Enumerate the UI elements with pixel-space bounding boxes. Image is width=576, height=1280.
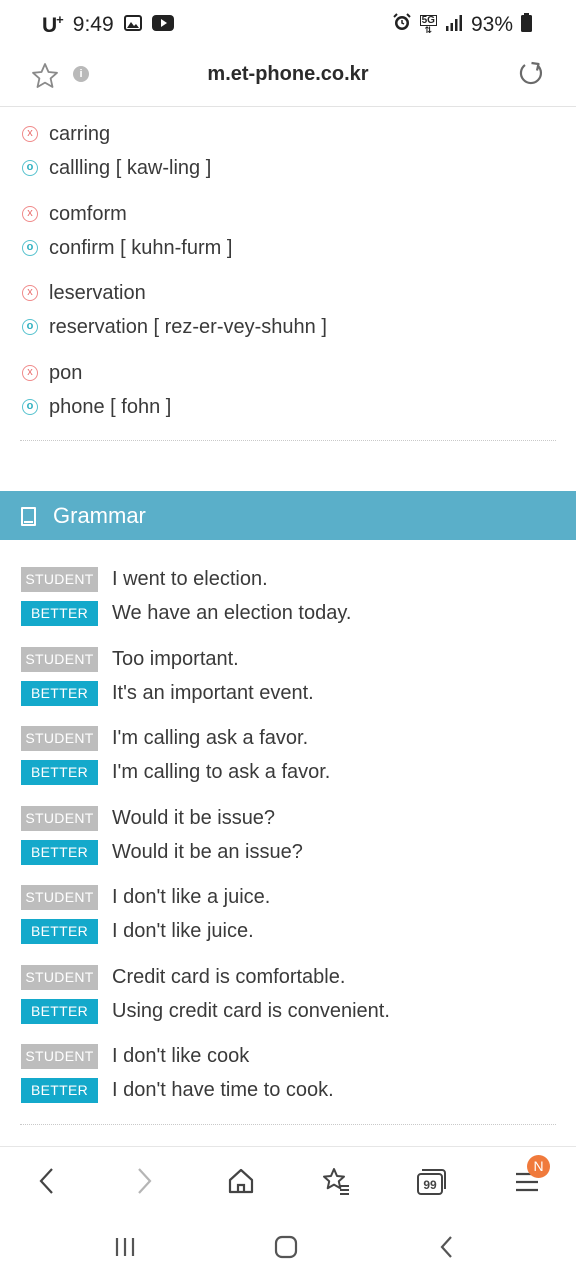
student-sentence: STUDENT I don't like cook [21,1044,249,1069]
system-back-button[interactable] [434,1233,460,1266]
book-icon [21,507,36,526]
tabs-icon: 99 [417,1169,446,1195]
correct-mark-icon: o [22,319,38,335]
status-bar: U+ 9:49 5G ⇅ 93% [0,0,576,52]
browser-bottom-toolbar: 99 [0,1146,576,1215]
section-divider [20,440,556,441]
better-sentence: BETTER We have an election today. [21,601,351,626]
student-badge: STUDENT [21,567,98,592]
browser-url-bar: i m.et-phone.co.kr [0,52,576,107]
student-sentence: STUDENT Too important. [21,647,239,672]
student-badge: STUDENT [21,726,98,751]
better-sentence: BETTER I'm calling to ask a favor. [21,760,330,785]
wrong-pronunciation: x leservation [22,278,146,308]
clock: 9:49 [72,13,114,36]
chevron-right-icon [138,1168,152,1194]
student-sentence: STUDENT Would it be issue? [21,806,275,831]
better-badge: BETTER [21,601,98,626]
correct-pronunciation: o phone [ fohn ] [22,392,171,422]
wrong-mark-icon: x [22,365,38,381]
status-right: 5G ⇅ 93% [392,12,532,38]
reload-icon[interactable] [516,59,546,94]
wrong-pronunciation: x carring [22,119,110,149]
system-navigation-bar [0,1214,576,1280]
notification-badge: N [527,1155,550,1178]
signal-icon [445,13,463,37]
wrong-mark-icon: x [22,285,38,301]
carrier-label: U+ [42,12,64,37]
correct-mark-icon: o [22,240,38,256]
correct-mark-icon: o [22,399,38,415]
back-arrow-icon [440,1236,452,1258]
recent-apps-button[interactable] [112,1234,138,1265]
home-icon [228,1168,254,1194]
back-button[interactable] [34,1164,60,1203]
bookmarks-button[interactable] [320,1164,352,1203]
gallery-notification-icon [123,13,142,37]
correct-pronunciation: o callling [ kaw-ling ] [22,153,211,183]
student-badge: STUDENT [21,1044,98,1069]
student-badge: STUDENT [21,647,98,672]
star-list-icon [323,1168,349,1195]
better-badge: BETTER [21,919,98,944]
better-sentence: BETTER Using credit card is convenient. [21,999,390,1024]
student-badge: STUDENT [21,965,98,990]
youtube-notification-icon [151,13,174,37]
section-divider [20,1124,556,1125]
better-badge: BETTER [21,840,98,865]
better-sentence: BETTER Would it be an issue? [21,840,303,865]
better-badge: BETTER [21,999,98,1024]
better-sentence: BETTER It's an important event. [21,681,314,706]
status-left: U+ 9:49 [42,12,174,38]
student-badge: STUDENT [21,885,98,910]
wrong-mark-icon: x [22,126,38,142]
better-sentence: BETTER I don't like juice. [21,919,254,944]
forward-button[interactable] [131,1164,157,1203]
wrong-pronunciation: x pon [22,358,82,388]
better-badge: BETTER [21,1078,98,1103]
chevron-left-icon [39,1168,53,1194]
home-circle-icon [274,1235,298,1259]
better-badge: BETTER [21,760,98,785]
grammar-title: Grammar [53,503,146,528]
home-system-button[interactable] [272,1233,300,1266]
student-sentence: STUDENT I don't like a juice. [21,885,270,910]
battery-icon [521,12,532,38]
wrong-pronunciation: x comform [22,199,127,229]
tab-count: 99 [423,1178,437,1192]
recent-apps-icon [115,1238,135,1256]
network-5g-icon: 5G ⇅ [419,15,437,35]
url-text[interactable]: m.et-phone.co.kr [0,63,576,86]
correct-pronunciation: o reservation [ rez-er-vey-shuhn ] [22,312,327,342]
wrong-mark-icon: x [22,206,38,222]
alarm-icon [392,12,412,38]
tabs-button[interactable]: 99 [414,1164,448,1203]
battery-percent: 93% [470,13,513,36]
better-sentence: BETTER I don't have time to cook. [21,1078,334,1103]
correct-mark-icon: o [22,160,38,176]
student-sentence: STUDENT I went to election. [21,567,268,592]
student-sentence: STUDENT I'm calling ask a favor. [21,726,308,751]
correct-pronunciation: o confirm [ kuhn-furm ] [22,233,232,263]
better-badge: BETTER [21,681,98,706]
student-sentence: STUDENT Credit card is comfortable. [21,965,345,990]
student-badge: STUDENT [21,806,98,831]
grammar-section-header: Grammar [0,491,576,540]
home-button[interactable] [226,1164,256,1203]
